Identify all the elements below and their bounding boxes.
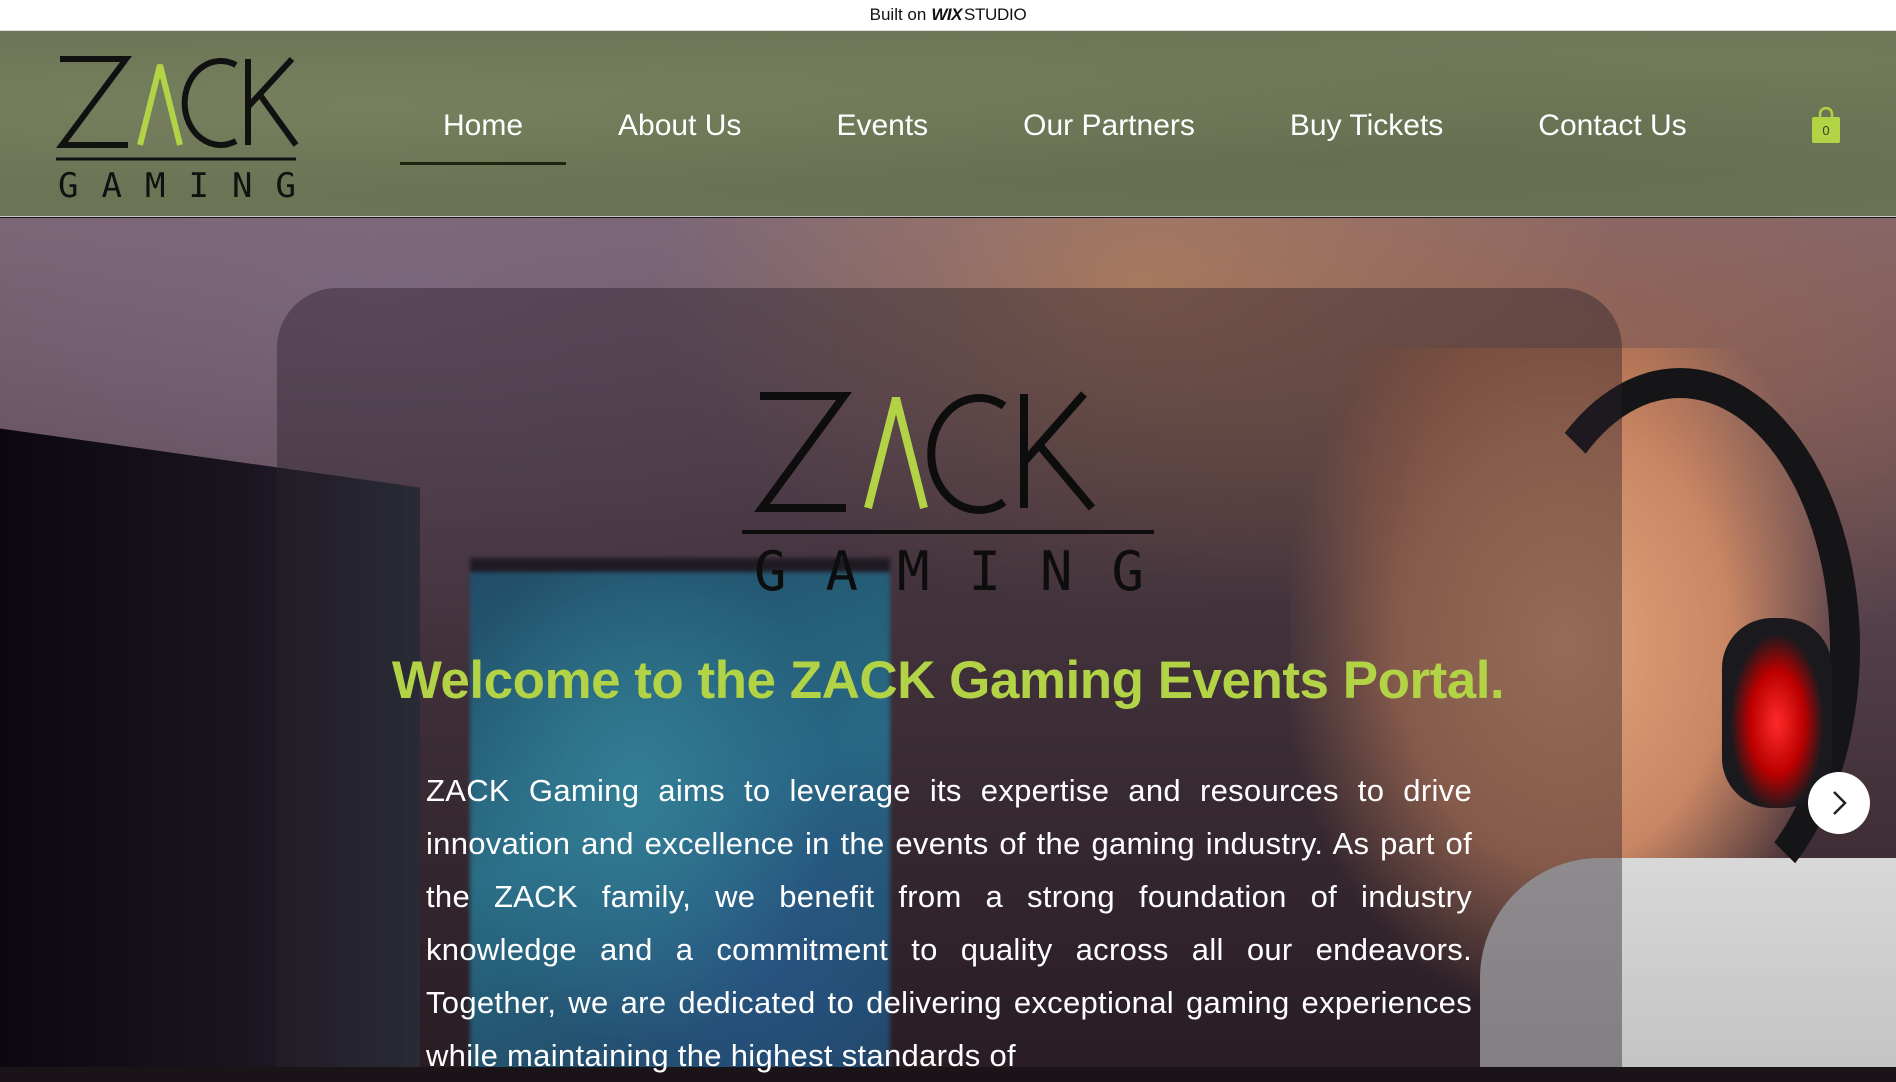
hero-headline: Welcome to the ZACK Gaming Events Portal…	[391, 651, 1505, 710]
hero-bg-earcup	[1722, 618, 1832, 808]
chevron-right-icon	[1833, 791, 1847, 815]
wix-studio-banner[interactable]: Built on WIX STUDIO	[0, 0, 1896, 31]
hero-intro-text: ZACK Gaming aims to leverage its experti…	[426, 773, 1472, 1073]
hero-logo-subword: GAMING	[754, 540, 1144, 603]
site-logo[interactable]: GAMING	[56, 49, 300, 209]
nav-our-partners[interactable]: Our Partners	[1023, 109, 1195, 143]
nav-contact-us[interactable]: Contact Us	[1538, 109, 1686, 143]
banner-suffix: STUDIO	[963, 5, 1027, 24]
nav-about-us[interactable]: About Us	[618, 109, 741, 143]
nav-home[interactable]: Home	[399, 109, 567, 165]
banner-prefix: Built on	[869, 5, 927, 24]
logo-subword: GAMING	[58, 166, 296, 206]
cart-count: 0	[1822, 123, 1830, 138]
cart-button[interactable]: 0	[1812, 106, 1840, 143]
nav-buy-tickets[interactable]: Buy Tickets	[1290, 109, 1443, 143]
slide-next-button[interactable]	[1808, 772, 1870, 834]
nav-events[interactable]: Events	[836, 109, 928, 143]
site-header: GAMING Home About Us Events Our Partners…	[0, 31, 1896, 217]
banner-brand: WIX	[931, 5, 962, 24]
hero-logo: GAMING	[742, 391, 1154, 603]
main-nav: Home About Us Events Our Partners Buy Ti…	[399, 109, 1687, 165]
